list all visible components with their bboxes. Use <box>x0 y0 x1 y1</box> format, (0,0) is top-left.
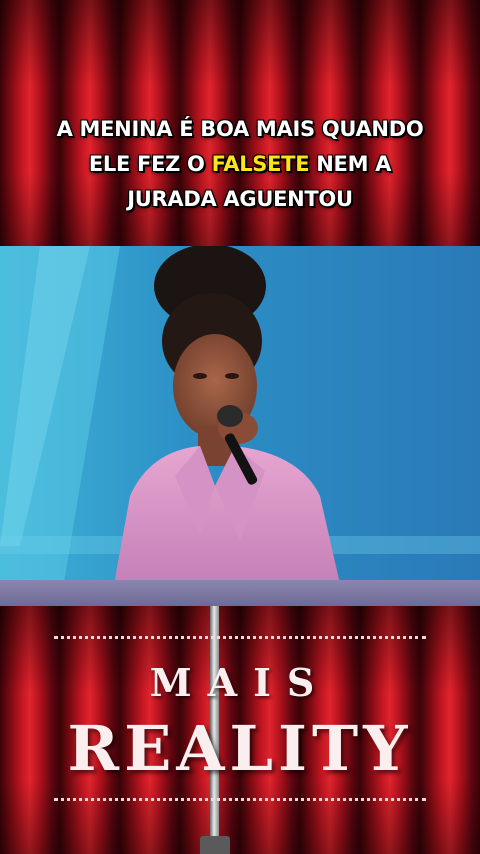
video-still-singer <box>0 246 480 606</box>
caption-line-2-end: NEM A <box>309 152 392 176</box>
caption-text: A MENINA É BOA MAIS QUANDO ELE FEZ O FAL… <box>20 112 460 217</box>
video-bottom-strip <box>0 580 480 606</box>
caption-line-1: A MENINA É BOA MAIS QUANDO <box>56 117 424 141</box>
caption-line-2-start: ELE FEZ O <box>88 152 212 176</box>
caption-highlight-word: FALSETE <box>211 152 310 176</box>
mic-stand-base <box>200 836 230 854</box>
divider-dotted-top <box>54 636 426 639</box>
logo-word-reality: REALITY <box>67 712 413 785</box>
divider-dotted-bottom <box>54 798 426 801</box>
logo-word-mais: MAIS <box>149 660 331 705</box>
caption-line-3: JURADA AGUENTOU <box>127 187 353 211</box>
caption-line-2: ELE FEZ O FALSETE NEM A <box>20 147 460 182</box>
video-frame[interactable] <box>0 246 480 606</box>
